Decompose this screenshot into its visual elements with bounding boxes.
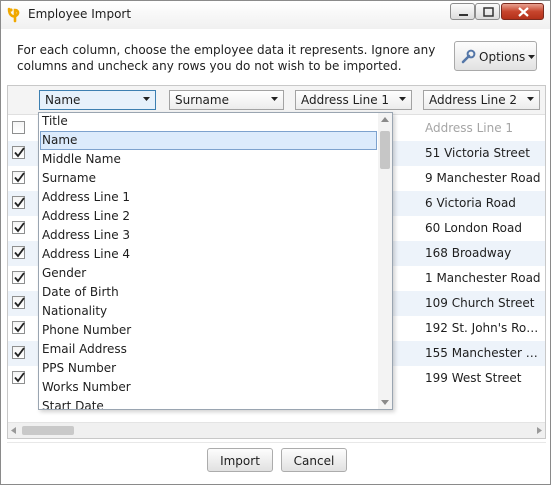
wrench-icon [461,49,476,64]
app-logo-icon [7,7,20,23]
column-4-selector[interactable]: Address Line 2 [423,90,540,110]
dropdown-option[interactable]: Gender [40,264,377,283]
options-button[interactable]: Options [454,41,537,71]
dropdown-scrollbar[interactable] [378,113,392,409]
maximize-icon [483,7,494,17]
employee-import-dialog: Employee Import For each column, choose … [0,0,551,485]
checkmark-icon [14,297,25,308]
row-checkbox[interactable] [12,221,25,234]
row-checkbox[interactable] [12,271,25,284]
row-checkbox[interactable] [12,321,25,334]
address-line-2-cell: 60 London Road [425,221,522,235]
scroll-left-icon[interactable] [11,427,16,434]
row-checkbox[interactable] [12,296,25,309]
dropdown-option[interactable]: Date of Birth [40,283,377,302]
row-checkbox[interactable] [12,196,25,209]
dropdown-scroll-thumb[interactable] [380,131,390,169]
dropdown-option[interactable]: Address Line 3 [40,226,377,245]
address-line-2-cell: 199 West Street [425,371,522,385]
checkmark-icon [14,272,25,283]
dropdown-option[interactable]: Start Date [40,397,377,409]
footer-divider [7,442,546,443]
checkmark-icon [14,147,25,158]
dropdown-option[interactable]: Phone Number [40,321,377,340]
column-selector-row: Name Surname Address Line 1 Address Line… [8,86,545,115]
checkmark-icon [14,172,25,183]
instructions-text: For each column, choose the employee dat… [17,43,436,73]
horizontal-scrollbar[interactable] [8,422,545,438]
row-checkbox[interactable] [12,246,25,259]
title-bar: Employee Import [1,1,550,29]
column-4-value: Address Line 2 [429,93,518,107]
dropdown-option[interactable]: Address Line 1 [40,188,377,207]
column-3-selector[interactable]: Address Line 1 [295,90,412,110]
maximize-button[interactable] [475,3,500,20]
dropdown-option[interactable]: Name [40,131,377,150]
address-line-2-cell: 168 Broadway [425,246,512,260]
dropdown-option[interactable]: Title [40,113,377,131]
dropdown-option[interactable]: PPS Number [40,359,377,378]
checkmark-icon [14,197,25,208]
column-1-selector[interactable]: Name [39,90,156,110]
dropdown-option[interactable]: Address Line 4 [40,245,377,264]
address-line-2-cell: 6 Victoria Road [425,196,516,210]
dropdown-option[interactable]: Address Line 2 [40,207,377,226]
scroll-up-icon[interactable] [381,117,389,122]
column-2-value: Surname [175,93,229,107]
column-2-selector[interactable]: Surname [169,90,284,110]
address-line-2-cell: 51 Victoria Street [425,146,530,160]
row-checkbox[interactable] [12,121,25,134]
caret-down-icon [528,55,535,59]
address-line-2-cell: 1 Manchester Road [425,271,541,285]
column-3-value: Address Line 1 [301,93,390,107]
row-checkbox[interactable] [12,371,25,384]
scroll-right-icon[interactable] [537,427,542,434]
row-checkbox[interactable] [12,346,25,359]
dropdown-option[interactable]: Email Address [40,340,377,359]
window-title: Employee Import [28,7,132,21]
checkmark-icon [14,247,25,258]
dropdown-arrow-icon [143,97,150,101]
close-button[interactable] [501,3,544,20]
address-line-2-cell: Address Line 1 [425,121,514,135]
checkmark-icon [14,222,25,233]
address-line-2-cell: 109 Church Street [425,296,535,310]
cancel-button[interactable]: Cancel [281,448,347,472]
options-label: Options [479,50,526,64]
address-line-2-cell: 155 Manchester Ro... [425,346,541,360]
dropdown-option[interactable]: Middle Name [40,150,377,169]
dropdown-arrow-icon [527,97,534,101]
dropdown-arrow-icon [271,97,278,101]
address-line-2-cell: 192 St. John's Road [425,321,541,335]
checkmark-icon [14,372,25,383]
dropdown-option[interactable]: Works Number [40,378,377,397]
checkmark-icon [14,322,25,333]
minimize-button[interactable] [450,3,475,20]
horizontal-scroll-thumb[interactable] [22,426,74,435]
checkmark-icon [14,347,25,358]
row-checkbox[interactable] [12,146,25,159]
close-icon [518,7,529,17]
dropdown-option[interactable]: Nationality [40,302,377,321]
address-line-2-cell: 9 Manchester Road [425,171,541,185]
import-button[interactable]: Import [207,448,273,472]
row-checkbox[interactable] [12,171,25,184]
dropdown-option[interactable]: Surname [40,169,377,188]
dropdown-arrow-icon [399,97,406,101]
column-1-value: Name [45,93,81,107]
column-type-dropdown[interactable]: Title Name Middle Name Surname Address Line … [38,112,393,410]
scroll-down-icon[interactable] [381,400,389,405]
minimize-icon [459,14,468,16]
